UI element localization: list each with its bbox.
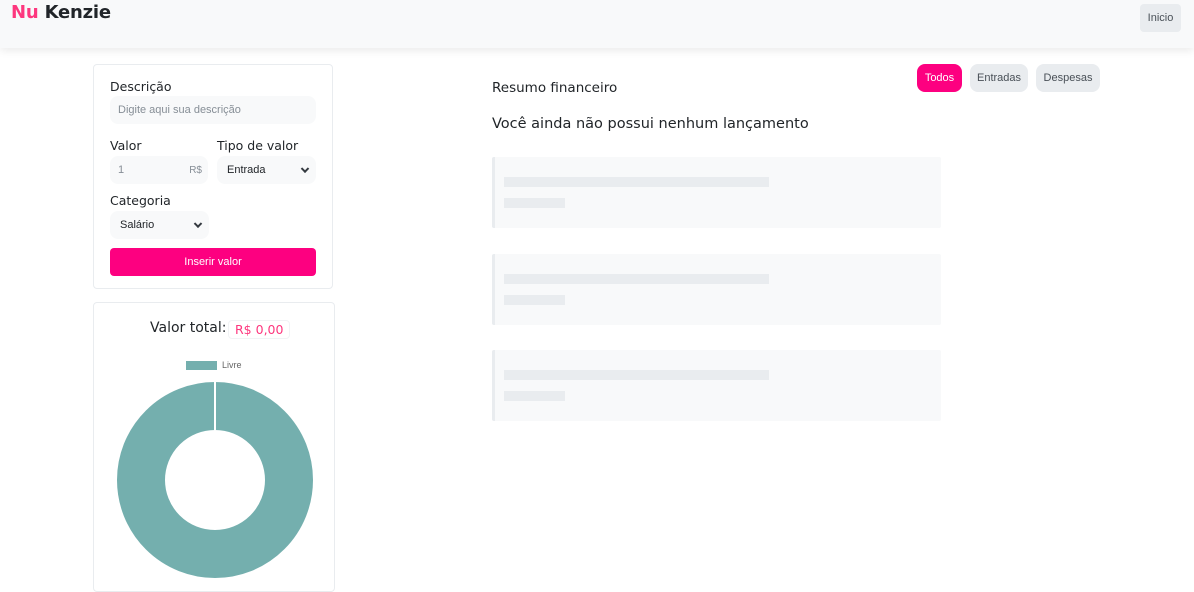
chart-legend[interactable]: Livre (186, 360, 242, 370)
description-input[interactable]: Digite aqui sua descrição (110, 96, 316, 124)
category-selected: Salário (120, 219, 155, 231)
total-label: Valor total: (150, 320, 227, 336)
value-input[interactable]: 1 R$ (110, 156, 208, 184)
home-button[interactable]: Inicio (1140, 4, 1181, 32)
skeleton-line (504, 198, 565, 208)
category-label: Categoria (110, 193, 171, 208)
skeleton-card (492, 254, 941, 325)
logo-nu: Nu (11, 2, 39, 23)
legend-label: Livre (222, 360, 242, 370)
skeleton-card (492, 157, 941, 228)
value-label: Valor (110, 138, 142, 153)
skeleton-line (504, 370, 769, 380)
donut-chart (117, 382, 313, 578)
filter-entradas-button[interactable]: Entradas (970, 64, 1028, 92)
skeleton-line (504, 274, 769, 284)
skeleton-line (504, 391, 565, 401)
page-title: Resumo financeiro (492, 80, 618, 96)
skeleton-line (504, 177, 769, 187)
entry-form: Descrição Digite aqui sua descrição Valo… (93, 64, 333, 289)
currency-suffix: R$ (189, 164, 202, 176)
total-value: R$ 0,00 (228, 320, 291, 339)
skeleton-card (492, 350, 941, 421)
description-label: Descrição (110, 79, 172, 94)
skeleton-line (504, 295, 565, 305)
filter-todos-button[interactable]: Todos (917, 64, 962, 92)
total-card: Valor total: R$ 0,00 Livre (93, 302, 335, 592)
chevron-down-icon (300, 164, 310, 174)
category-select[interactable]: Salário (110, 211, 209, 239)
insert-value-button[interactable]: Inserir valor (110, 248, 316, 276)
value-text: 1 (118, 164, 125, 176)
filter-despesas-button[interactable]: Despesas (1036, 64, 1100, 92)
chevron-down-icon (193, 219, 203, 229)
type-selected: Entrada (227, 164, 266, 176)
description-placeholder: Digite aqui sua descrição (118, 104, 241, 116)
type-select[interactable]: Entrada (217, 156, 316, 184)
app-header: Nu Kenzie Inicio (0, 0, 1194, 48)
type-label: Tipo de valor (217, 138, 299, 153)
empty-message: Você ainda não possui nenhum lançamento (492, 116, 809, 132)
logo-kenzie: Kenzie (44, 2, 112, 23)
legend-swatch (186, 360, 217, 370)
app-logo: Nu Kenzie (11, 2, 111, 23)
